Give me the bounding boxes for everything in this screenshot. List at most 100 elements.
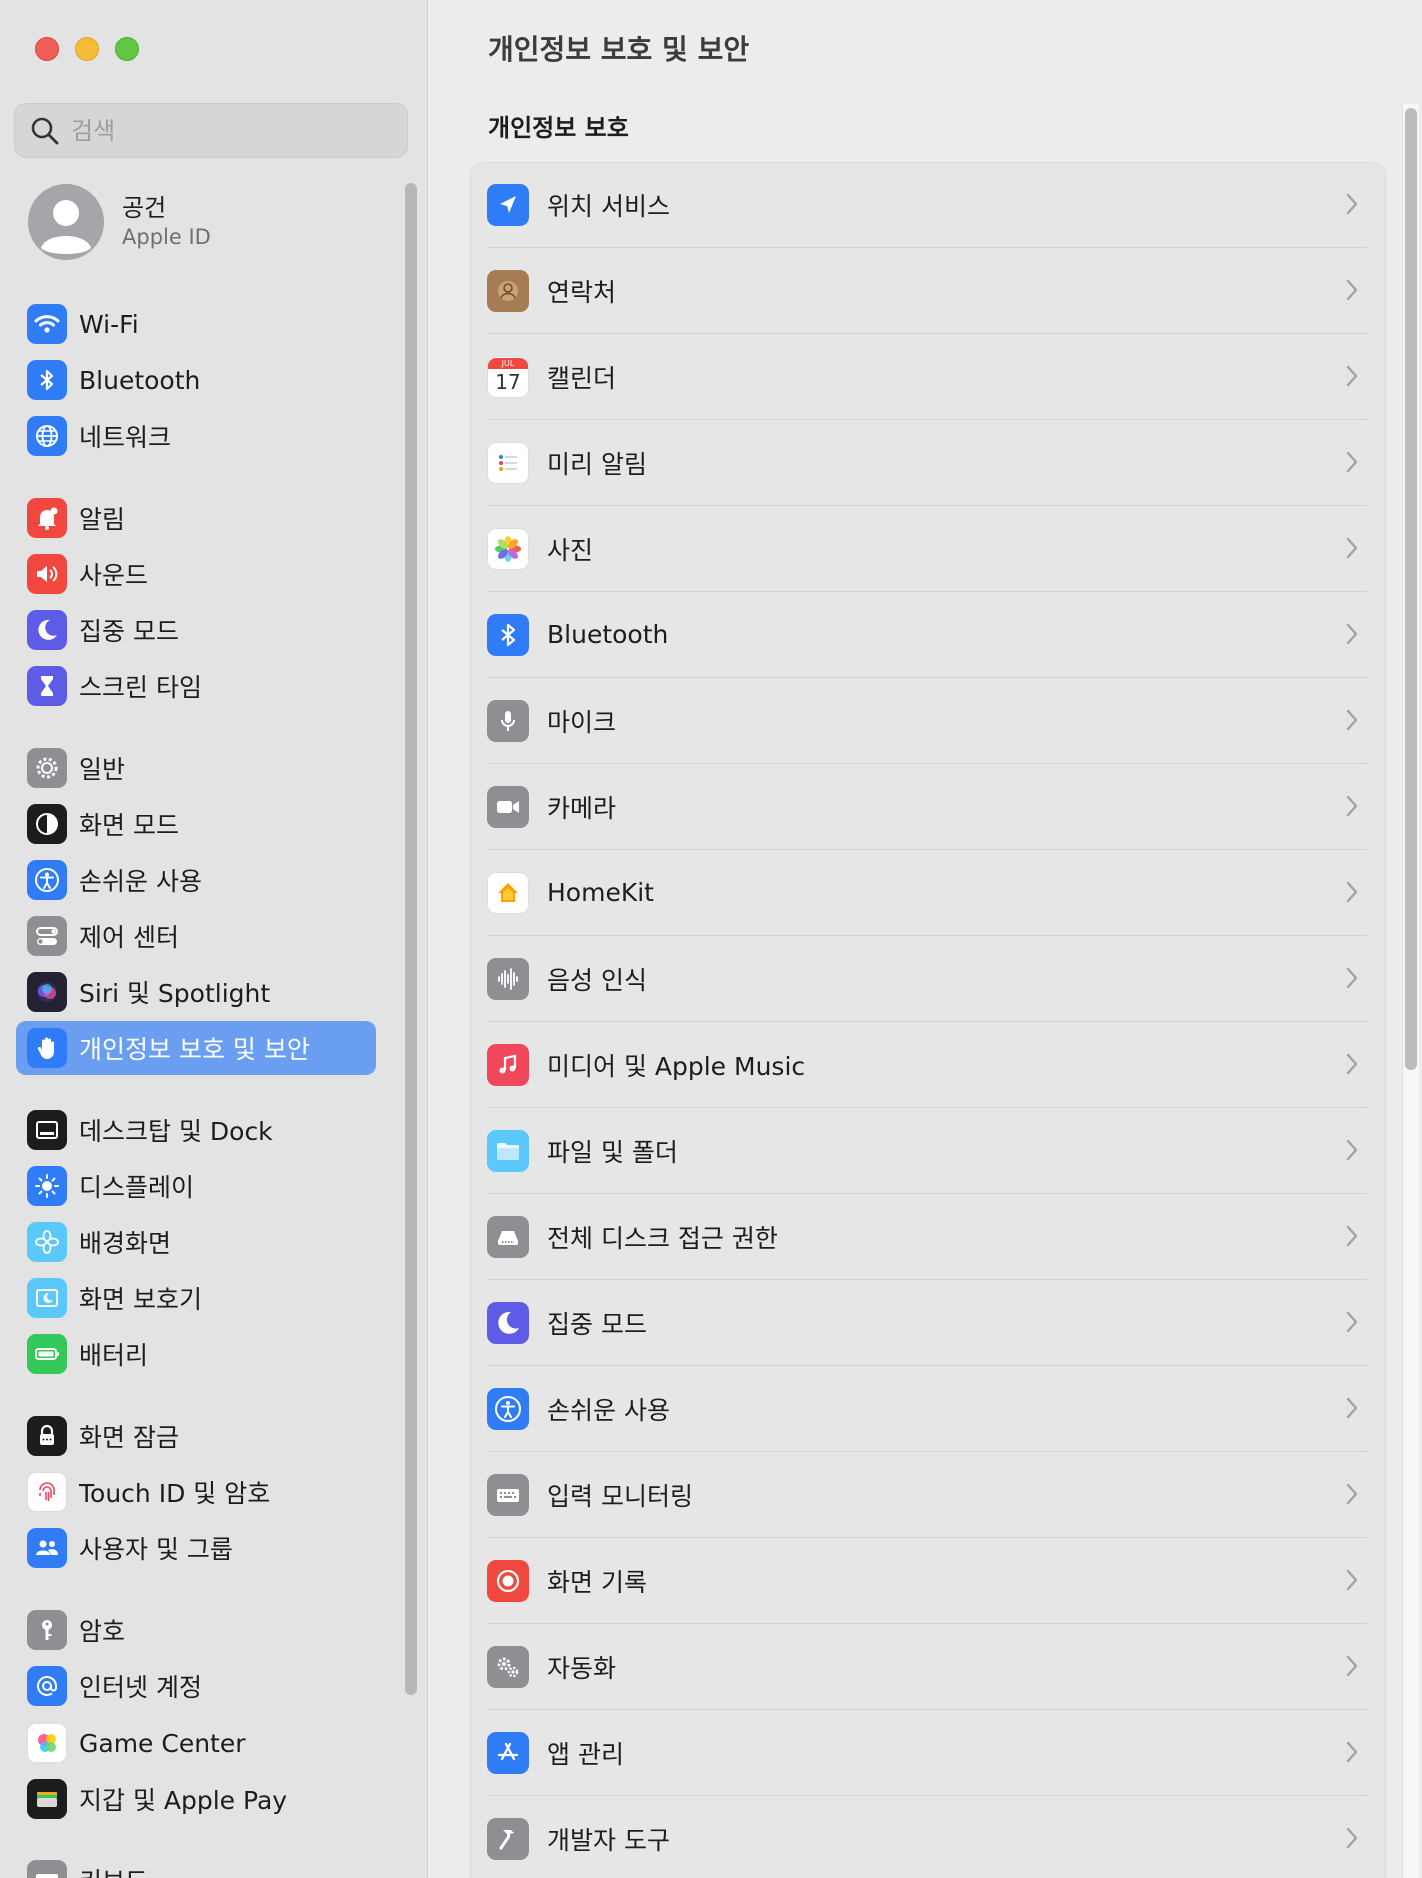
sidebar-item-appearance[interactable]: 화면 모드 <box>16 797 376 851</box>
sidebar-scrollbar[interactable] <box>405 183 417 1695</box>
row-contacts[interactable]: 연락처 <box>487 248 1367 334</box>
row-media-apple-music[interactable]: 미디어 및 Apple Music <box>487 1022 1367 1108</box>
row-focus[interactable]: 집중 모드 <box>487 1280 1367 1366</box>
sidebar-item-control-center[interactable]: 제어 센터 <box>16 909 376 963</box>
search-input[interactable] <box>69 115 393 146</box>
sidebar-item-game-center[interactable]: Game Center <box>16 1716 376 1770</box>
sidebar-item-label: Bluetooth <box>79 365 201 395</box>
photos-icon <box>487 527 529 570</box>
row-camera[interactable]: 카메라 <box>487 764 1367 850</box>
sidebar-item-privacy-security[interactable]: 개인정보 보호 및 보안 <box>16 1021 376 1075</box>
sidebar-item-siri-spotlight[interactable]: Siri 및 Spotlight <box>16 965 376 1019</box>
row-automation[interactable]: 자동화 <box>487 1624 1367 1710</box>
search-icon <box>31 117 59 144</box>
sidebar-item-wallet[interactable]: 지갑 및 Apple Pay <box>16 1772 376 1826</box>
sidebar-item-passwords[interactable]: 암호 <box>16 1603 376 1657</box>
hammer-icon <box>487 1817 529 1860</box>
key-icon <box>27 1610 67 1650</box>
chevron-right-icon <box>1346 1139 1358 1161</box>
sidebar-item-sound[interactable]: 사운드 <box>16 547 376 601</box>
wallet-icon <box>27 1779 67 1819</box>
app-store-icon <box>487 1731 529 1774</box>
sidebar-item-general[interactable]: 일반 <box>16 741 376 795</box>
minimize-button[interactable] <box>75 37 99 61</box>
sidebar-item-label: 사용자 및 그룹 <box>79 1535 233 1564</box>
sidebar-item-focus[interactable]: 집중 모드 <box>16 603 376 657</box>
sidebar-item-accessibility[interactable]: 손쉬운 사용 <box>16 853 376 907</box>
row-label: 위치 서비스 <box>547 191 670 221</box>
row-app-management[interactable]: 앱 관리 <box>487 1710 1367 1796</box>
row-label: 미리 알림 <box>547 449 647 479</box>
sidebar-item-label: 데스크탑 및 Dock <box>79 1117 273 1146</box>
music-note-icon <box>487 1043 529 1086</box>
sidebar-item-lock-screen[interactable]: 화면 잠금 <box>16 1409 376 1463</box>
folder-icon <box>487 1129 529 1172</box>
sidebar-item-bluetooth[interactable]: Bluetooth <box>16 353 376 407</box>
sidebar-item-label: 디스플레이 <box>79 1173 195 1202</box>
row-reminders[interactable]: 미리 알림 <box>487 420 1367 506</box>
chevron-right-icon <box>1346 1483 1358 1505</box>
chevron-right-icon <box>1346 623 1358 645</box>
row-accessibility[interactable]: 손쉬운 사용 <box>487 1366 1367 1452</box>
chevron-right-icon <box>1346 1311 1358 1333</box>
row-homekit[interactable]: HomeKit <box>487 850 1367 936</box>
scrollbar-thumb[interactable] <box>1405 108 1417 1070</box>
chevron-right-icon <box>1346 1225 1358 1247</box>
sidebar-item-label: 일반 <box>79 755 126 784</box>
moon-icon <box>27 610 67 650</box>
sidebar-item-users-groups[interactable]: 사용자 및 그룹 <box>16 1521 376 1575</box>
row-input-monitoring[interactable]: 입력 모니터링 <box>487 1452 1367 1538</box>
row-photos[interactable]: 사진 <box>487 506 1367 592</box>
sidebar-item-label: 집중 모드 <box>79 617 179 646</box>
sidebar-item-label: 인터넷 계정 <box>79 1673 202 1702</box>
sidebar-item-desktop-dock[interactable]: 데스크탑 및 Dock <box>16 1103 376 1157</box>
bell-icon <box>27 498 67 538</box>
row-label: 연락처 <box>547 277 617 307</box>
flower-icon <box>27 1222 67 1262</box>
calendar-icon: JUL 17 <box>487 355 529 398</box>
row-full-disk-access[interactable]: 전체 디스크 접근 권한 <box>487 1194 1367 1280</box>
row-speech-recognition[interactable]: 음성 인식 <box>487 936 1367 1022</box>
row-bluetooth[interactable]: Bluetooth <box>487 592 1367 678</box>
sidebar-item-network[interactable]: 네트워크 <box>16 409 376 463</box>
apple-id-account[interactable]: 공건 Apple ID <box>28 184 211 260</box>
sidebar-item-displays[interactable]: 디스플레이 <box>16 1159 376 1213</box>
sidebar-item-label: Touch ID 및 암호 <box>79 1479 271 1508</box>
sidebar: 공건 Apple ID Wi-Fi Bluetooth 네트워크 알림 사운드 <box>0 0 428 1878</box>
row-developer-tools[interactable]: 개발자 도구 <box>487 1796 1367 1878</box>
sidebar-item-battery[interactable]: 배터리 <box>16 1327 376 1381</box>
main-scrollbar[interactable] <box>1402 104 1419 1878</box>
sidebar-item-screen-saver[interactable]: 화면 보호기 <box>16 1271 376 1325</box>
zoom-button[interactable] <box>115 37 139 61</box>
sidebar-item-label: 사운드 <box>79 561 149 590</box>
chevron-right-icon <box>1346 795 1358 817</box>
chevron-right-icon <box>1346 451 1358 473</box>
sidebar-item-internet-accounts[interactable]: 인터넷 계정 <box>16 1659 376 1713</box>
sidebar-item-wifi[interactable]: Wi-Fi <box>16 297 376 351</box>
chevron-right-icon <box>1346 1397 1358 1419</box>
close-button[interactable] <box>35 37 59 61</box>
row-label: 앱 관리 <box>547 1739 624 1769</box>
globe-icon <box>27 416 67 456</box>
avatar <box>28 184 104 260</box>
row-location-services[interactable]: 위치 서비스 <box>487 162 1367 248</box>
waveform-icon <box>487 957 529 1000</box>
sidebar-item-label: 알림 <box>79 505 126 534</box>
game-center-icon <box>27 1723 67 1763</box>
row-microphone[interactable]: 마이크 <box>487 678 1367 764</box>
row-label: 음성 인식 <box>547 965 647 995</box>
sidebar-item-label: 배경화면 <box>79 1229 172 1258</box>
sidebar-item-notifications[interactable]: 알림 <box>16 491 376 545</box>
search-field[interactable] <box>14 103 408 158</box>
sidebar-item-wallpaper[interactable]: 배경화면 <box>16 1215 376 1269</box>
row-screen-recording[interactable]: 화면 기록 <box>487 1538 1367 1624</box>
chevron-right-icon <box>1346 279 1358 301</box>
chevron-right-icon <box>1346 537 1358 559</box>
row-calendar[interactable]: JUL 17 캘린더 <box>487 334 1367 420</box>
battery-icon <box>27 1334 67 1374</box>
sidebar-item-screen-time[interactable]: 스크린 타임 <box>16 659 376 713</box>
sidebar-item-keyboard[interactable]: 키보드 <box>16 1853 376 1878</box>
row-files-folders[interactable]: 파일 및 폴더 <box>487 1108 1367 1194</box>
sidebar-item-touch-id[interactable]: Touch ID 및 암호 <box>16 1465 376 1519</box>
row-label: 파일 및 폴더 <box>547 1137 678 1167</box>
